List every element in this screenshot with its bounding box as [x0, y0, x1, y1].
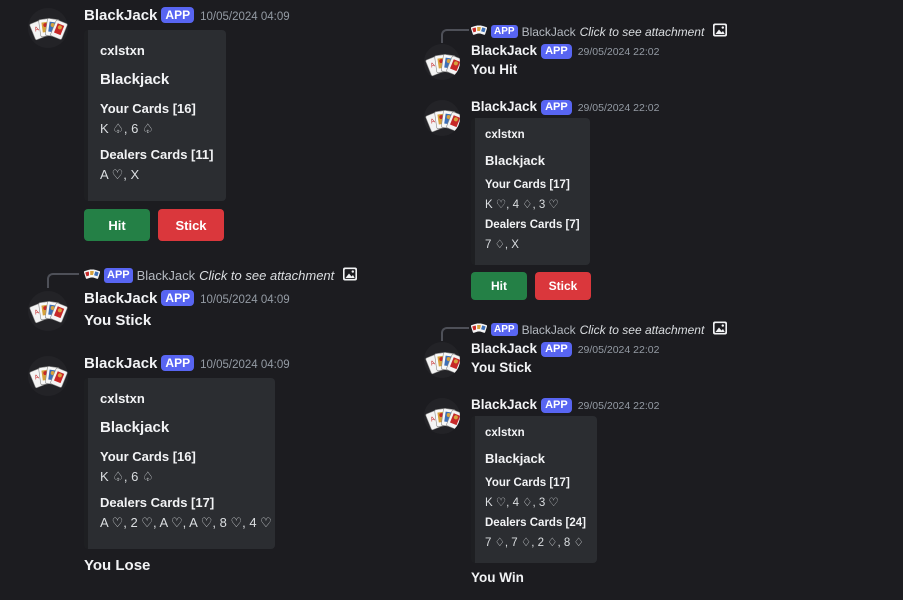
- your-cards-value: K ♡, 4 ♢, 3 ♡: [485, 497, 559, 509]
- blackjack-embed: cxlstxn Blackjack Your Cards [16] K ♤, 6…: [84, 378, 275, 549]
- timestamp: 10/05/2024 04:09: [200, 11, 290, 23]
- dealer-cards-label: Dealers Cards [11]: [100, 147, 214, 162]
- hit-button[interactable]: Hit: [84, 209, 150, 241]
- dealer-cards-label: Dealers Cards [7]: [485, 219, 580, 231]
- app-badge: APP: [541, 342, 572, 357]
- dealer-cards-value: 7 ♢, 7 ♢, 2 ♢, 8 ♢: [485, 537, 584, 549]
- message-header: BlackJack APP 10/05/2024 04:09: [84, 290, 290, 307]
- dealer-cards-value: A ♡, 2 ♡, A ♡, A ♡, 8 ♡, 4 ♡: [100, 515, 272, 530]
- your-cards-label: Your Cards [16]: [100, 449, 196, 464]
- bot-username[interactable]: BlackJack: [84, 355, 157, 372]
- bot-username[interactable]: BlackJack: [84, 290, 157, 307]
- bot-username[interactable]: BlackJack: [471, 99, 537, 114]
- dealer-cards-value: A ♡, X: [100, 167, 140, 182]
- timestamp: 29/05/2024 22:02: [577, 102, 660, 114]
- result-text: You Lose: [84, 557, 151, 574]
- bot-username[interactable]: BlackJack: [471, 341, 537, 356]
- your-cards-label: Your Cards [17]: [485, 477, 570, 489]
- app-badge: APP: [161, 7, 195, 24]
- reply-preview[interactable]: APP BlackJack Click to see attachment: [470, 320, 728, 339]
- playing-cards-icon: [470, 24, 488, 39]
- reply-preview[interactable]: APP BlackJack Click to see attachment: [83, 266, 358, 285]
- app-badge: APP: [541, 44, 572, 59]
- app-badge: APP: [491, 25, 518, 38]
- stick-button[interactable]: Stick: [535, 272, 591, 300]
- embed-title: Blackjack: [100, 71, 170, 88]
- blackjack-embed: cxlstxn Blackjack Your Cards [17] K ♡, 4…: [471, 416, 597, 563]
- app-badge: APP: [104, 268, 133, 283]
- message-header: BlackJack APP 10/05/2024 04:09: [84, 7, 290, 24]
- bot-avatar[interactable]: A: [28, 291, 68, 331]
- blackjack-embed: cxlstxn Blackjack Your Cards [16] K ♤, 6…: [84, 30, 226, 201]
- playing-cards-icon: [470, 322, 488, 337]
- timestamp: 29/05/2024 22:02: [577, 344, 660, 356]
- message-header: BlackJack APP 10/05/2024 04:09: [84, 355, 290, 372]
- timestamp: 29/05/2024 22:02: [577, 400, 660, 412]
- embed-title: Blackjack: [485, 451, 545, 466]
- embed-author: cxlstxn: [485, 427, 525, 439]
- reply-username: BlackJack: [521, 24, 576, 39]
- dealer-cards-label: Dealers Cards [24]: [485, 517, 586, 529]
- reply-spine: [441, 327, 469, 341]
- message-text: You Stick: [84, 312, 152, 329]
- timestamp: 10/05/2024 04:09: [200, 294, 290, 306]
- bot-avatar[interactable]: A: [424, 44, 460, 80]
- reply-spine: [47, 273, 79, 288]
- bot-avatar[interactable]: A: [424, 398, 460, 434]
- your-cards-value: K ♤, 6 ♤: [100, 121, 154, 136]
- timestamp: 29/05/2024 22:02: [577, 46, 660, 58]
- reply-preview[interactable]: APP BlackJack Click to see attachment: [470, 22, 728, 41]
- reply-attachment-link[interactable]: Click to see attachment: [199, 268, 334, 283]
- reply-username: BlackJack: [521, 322, 576, 337]
- reply-attachment-link[interactable]: Click to see attachment: [580, 323, 705, 337]
- image-icon: [712, 22, 728, 41]
- app-badge: APP: [541, 100, 572, 115]
- hit-button[interactable]: Hit: [471, 272, 527, 300]
- bot-avatar[interactable]: A: [28, 8, 68, 48]
- message-text: You Hit: [471, 62, 518, 77]
- bot-avatar[interactable]: A: [424, 342, 460, 378]
- timestamp: 10/05/2024 04:09: [200, 359, 290, 371]
- embed-author: cxlstxn: [485, 129, 525, 141]
- embed-author: cxlstxn: [100, 391, 145, 406]
- message-header: BlackJack APP 29/05/2024 22:02: [471, 341, 659, 358]
- your-cards-value: K ♤, 6 ♤: [100, 469, 154, 484]
- app-badge: APP: [491, 323, 518, 336]
- your-cards-label: Your Cards [16]: [100, 101, 196, 116]
- app-badge: APP: [161, 290, 195, 307]
- bot-username[interactable]: BlackJack: [471, 43, 537, 58]
- your-cards-label: Your Cards [17]: [485, 179, 570, 191]
- reply-spine: [441, 29, 469, 43]
- embed-title: Blackjack: [485, 153, 545, 168]
- result-text: You Win: [471, 570, 524, 585]
- dealer-cards-label: Dealers Cards [17]: [100, 495, 215, 510]
- app-badge: APP: [541, 398, 572, 413]
- message-header: BlackJack APP 29/05/2024 22:02: [471, 99, 659, 116]
- stick-button[interactable]: Stick: [158, 209, 224, 241]
- image-icon: [342, 266, 358, 285]
- embed-title: Blackjack: [100, 419, 170, 436]
- bot-avatar[interactable]: A: [424, 100, 460, 136]
- blackjack-embed: cxlstxn Blackjack Your Cards [17] K ♡, 4…: [471, 118, 590, 265]
- message-text: You Stick: [471, 360, 532, 375]
- message-header: BlackJack APP 29/05/2024 22:02: [471, 397, 659, 414]
- bot-username[interactable]: BlackJack: [471, 397, 537, 412]
- reply-username: BlackJack: [136, 268, 196, 283]
- reply-attachment-link[interactable]: Click to see attachment: [580, 25, 705, 39]
- embed-author: cxlstxn: [100, 43, 145, 58]
- bot-avatar[interactable]: A: [28, 356, 68, 396]
- dealer-cards-value: 7 ♢, X: [485, 239, 519, 251]
- playing-cards-icon: [83, 268, 101, 283]
- your-cards-value: K ♡, 4 ♢, 3 ♡: [485, 199, 559, 211]
- app-badge: APP: [161, 355, 195, 372]
- image-icon: [712, 320, 728, 339]
- message-header: BlackJack APP 29/05/2024 22:02: [471, 43, 659, 60]
- bot-username[interactable]: BlackJack: [84, 7, 157, 24]
